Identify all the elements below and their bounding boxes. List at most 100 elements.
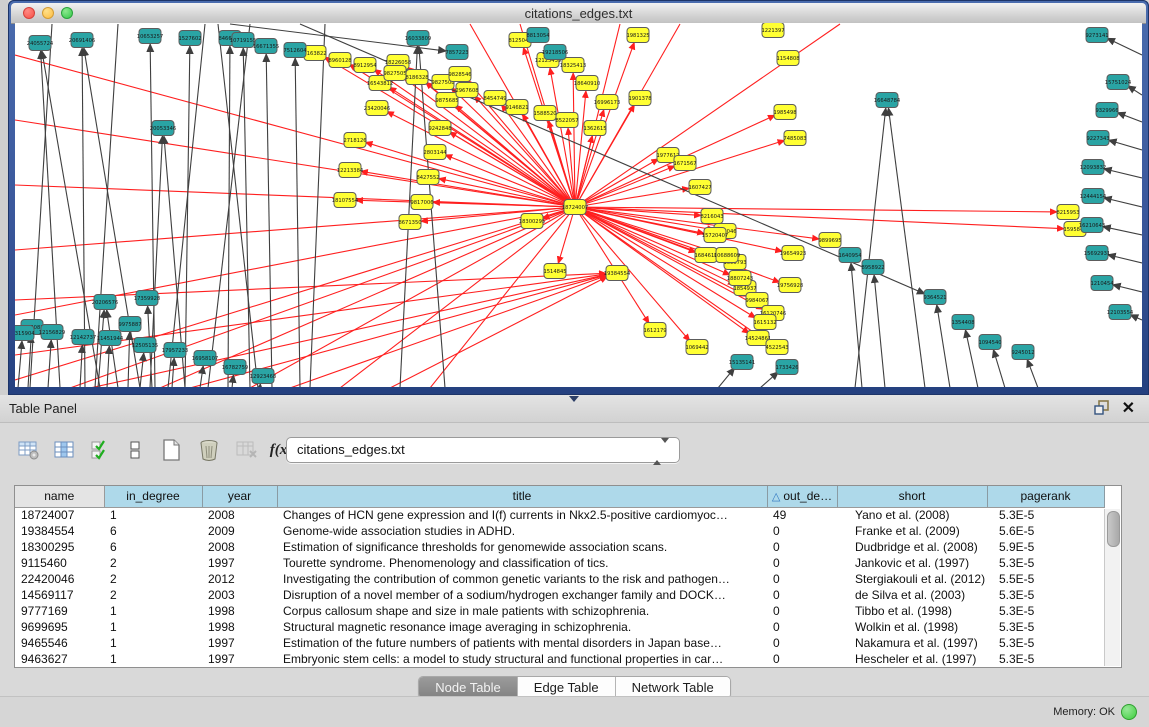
show-columns-icon[interactable] <box>50 435 80 465</box>
table-select-dropdown[interactable]: citations_edges.txt <box>286 437 680 463</box>
column-header-out_de[interactable]: △out_de… <box>767 486 837 507</box>
edge[interactable] <box>874 275 885 387</box>
node-teal-16782759[interactable]: 16782759 <box>222 360 248 375</box>
node-teal-16671355[interactable]: 16671355 <box>253 39 279 54</box>
edge[interactable] <box>888 108 925 387</box>
node-teal-12505135[interactable]: 12505135 <box>132 338 158 353</box>
node-teal-17359928[interactable]: 17359928 <box>134 291 160 306</box>
node-teal-15692931[interactable]: 15692931 <box>1084 246 1110 261</box>
edge[interactable] <box>243 48 250 387</box>
node-yellow-1154808[interactable]: 1154808 <box>776 51 799 66</box>
node-yellow-9827505[interactable]: 9827505 <box>383 66 406 81</box>
edge[interactable] <box>208 24 250 387</box>
node-teal-20691406[interactable]: 20691406 <box>69 33 95 48</box>
node-yellow-1901378[interactable]: 1901378 <box>628 91 651 106</box>
node-yellow-1615132[interactable]: 1615132 <box>753 315 776 330</box>
node-teal-15751024[interactable]: 15751024 <box>1105 75 1132 90</box>
table-row[interactable]: 1830029562008Estimation of significance … <box>15 539 1104 555</box>
node-yellow-2967608[interactable]: 2967608 <box>455 83 478 98</box>
tab-network-table[interactable]: Network Table <box>616 677 730 698</box>
table-vertical-scrollbar[interactable] <box>1104 509 1120 666</box>
node-teal-12156829[interactable]: 12156829 <box>39 325 65 340</box>
edge[interactable] <box>140 353 144 387</box>
citation-edge[interactable] <box>15 120 575 207</box>
node-teal-20053346[interactable]: 20053346 <box>150 121 176 136</box>
node-teal-12444154[interactable]: 12444154 <box>1080 189 1107 204</box>
edge[interactable] <box>1109 140 1142 150</box>
table-row[interactable]: 911546021997Tourette syndrome. Phenomeno… <box>15 555 1104 571</box>
edge[interactable] <box>937 305 950 387</box>
edge[interactable] <box>1027 359 1038 387</box>
column-header-short[interactable]: short <box>837 486 987 507</box>
node-yellow-1362615[interactable]: 1362615 <box>583 121 606 136</box>
table-row[interactable]: 969969511998Structural magnetic resonanc… <box>15 619 1104 635</box>
citation-edge[interactable] <box>575 24 620 207</box>
node-teal-9273141[interactable]: 9273141 <box>1085 28 1108 43</box>
table-options-icon[interactable] <box>14 435 44 465</box>
node-yellow-2803144[interactable]: 2803144 <box>423 145 447 160</box>
node-yellow-16996173[interactable]: 16996173 <box>594 95 620 110</box>
node-yellow-10688609[interactable]: 10688609 <box>714 248 740 263</box>
node-yellow-19654923[interactable]: 19654923 <box>780 246 806 261</box>
edge[interactable] <box>168 24 205 387</box>
node-yellow-1985498[interactable]: 1985498 <box>773 105 796 120</box>
edge[interactable] <box>128 332 130 387</box>
citation-edge[interactable] <box>340 207 575 387</box>
node-yellow-18724007[interactable]: 18724007 <box>562 200 588 215</box>
node-yellow-18107554[interactable]: 18107554 <box>332 193 359 208</box>
node-teal-12923468[interactable]: 12923468 <box>250 369 276 384</box>
node-teal-9975887[interactable]: 9975887 <box>118 317 141 332</box>
edge[interactable] <box>1128 86 1142 95</box>
node-teal-15135141[interactable]: 15135141 <box>729 355 755 370</box>
node-teal-1733426[interactable]: 1733426 <box>775 360 798 375</box>
edge[interactable] <box>1104 169 1142 178</box>
node-yellow-1588520[interactable]: 1588520 <box>533 106 556 121</box>
node-yellow-8427552[interactable]: 8427552 <box>416 170 439 185</box>
node-yellow-1671567[interactable]: 1671567 <box>673 156 696 171</box>
node-yellow-9875685[interactable]: 9875685 <box>435 93 458 108</box>
edge[interactable] <box>1104 198 1142 207</box>
node-teal-12103554[interactable]: 12103554 <box>1107 305 1134 320</box>
edge[interactable] <box>1108 255 1142 263</box>
edge[interactable] <box>1103 227 1142 235</box>
new-table-icon[interactable] <box>156 435 186 465</box>
cell-view-icon[interactable] <box>120 435 150 465</box>
node-yellow-1069442[interactable]: 1069442 <box>685 340 708 355</box>
edge[interactable] <box>295 58 300 387</box>
node-teal-10653257[interactable]: 10653257 <box>137 29 163 44</box>
node-yellow-8960128[interactable]: 8960128 <box>328 53 351 68</box>
edge[interactable] <box>107 346 109 387</box>
node-teal-9227343[interactable]: 9227343 <box>1086 131 1109 146</box>
float-panel-icon[interactable] <box>1093 400 1111 416</box>
citation-edge[interactable] <box>575 207 1057 212</box>
table-row[interactable]: 946362711997Embryonic stem cells: a mode… <box>15 651 1104 667</box>
node-teal-1640954[interactable]: 1640954 <box>838 248 862 263</box>
edge[interactable] <box>1113 285 1142 292</box>
node-yellow-1981325[interactable]: 1981325 <box>626 28 649 43</box>
node-teal-11451944[interactable]: 11451944 <box>97 331 124 346</box>
network-canvas[interactable]: 1872400718300295867135098170061810755484… <box>15 23 1142 387</box>
node-teal-17957233[interactable]: 17957233 <box>162 343 188 358</box>
node-teal-16958107[interactable]: 16958107 <box>192 351 218 366</box>
citation-edge[interactable] <box>90 275 606 387</box>
citation-edge[interactable] <box>575 24 680 207</box>
close-panel-icon[interactable]: ✕ <box>1122 398 1135 418</box>
node-yellow-15720407[interactable]: 15720407 <box>702 228 728 243</box>
node-teal-24055724[interactable]: 24055724 <box>27 36 54 51</box>
node-yellow-8671350[interactable]: 8671350 <box>398 215 421 230</box>
splitter-collapse-icon[interactable] <box>569 396 579 402</box>
node-teal-9329966[interactable]: 9329966 <box>1095 103 1118 118</box>
delete-rows-icon[interactable] <box>194 435 224 465</box>
tab-node-table[interactable]: Node Table <box>419 677 518 698</box>
column-header-year[interactable]: year <box>202 486 277 507</box>
node-yellow-1514845[interactable]: 1514845 <box>543 264 566 279</box>
citation-edge[interactable] <box>15 207 575 380</box>
column-header-title[interactable]: title <box>277 486 767 507</box>
node-yellow-8216043[interactable]: 8216043 <box>700 209 723 224</box>
node-teal-7512604[interactable]: 7512604 <box>283 43 307 58</box>
edge[interactable] <box>851 263 862 387</box>
node-teal-16033809[interactable]: 16033809 <box>405 31 431 46</box>
edge[interactable] <box>1117 113 1142 122</box>
node-yellow-1607427[interactable]: 1607427 <box>688 180 711 195</box>
node-yellow-19756928[interactable]: 19756928 <box>777 278 803 293</box>
